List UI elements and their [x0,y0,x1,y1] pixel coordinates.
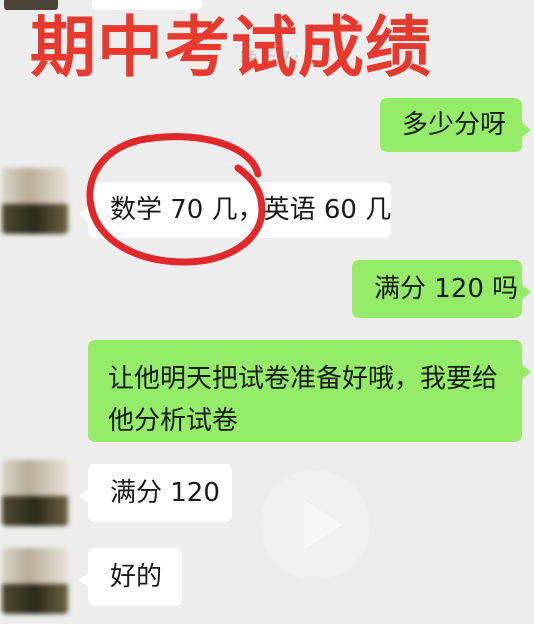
message-received[interactable]: 满分 120 [79,464,232,522]
play-icon[interactable] [260,470,370,580]
message-text: 好的 [110,562,163,592]
message-text: 让他明天把试卷准备好哦，我要给他分析试卷 [108,364,499,436]
message-sent[interactable]: 让他明天把试卷准备好哦，我要给他分析试卷 [88,340,531,442]
avatar[interactable] [2,460,68,526]
avatar[interactable] [2,548,68,614]
message-received[interactable]: 数学 70 几，英语 60 几 [79,182,392,238]
message-text: 满分 120 [110,478,220,508]
title-overlay: 期中考试成绩 [30,9,432,86]
avatar[interactable] [2,168,68,234]
message-sent[interactable]: 多少分呀 [380,98,531,152]
message-received[interactable]: 好的 [79,548,182,606]
message-sent[interactable]: 满分 120 吗 [352,260,531,318]
message-text: 满分 120 吗 [374,274,519,304]
message-text: 数学 70 几，英语 60 几 [110,195,392,225]
message-text: 多少分呀 [402,110,507,140]
